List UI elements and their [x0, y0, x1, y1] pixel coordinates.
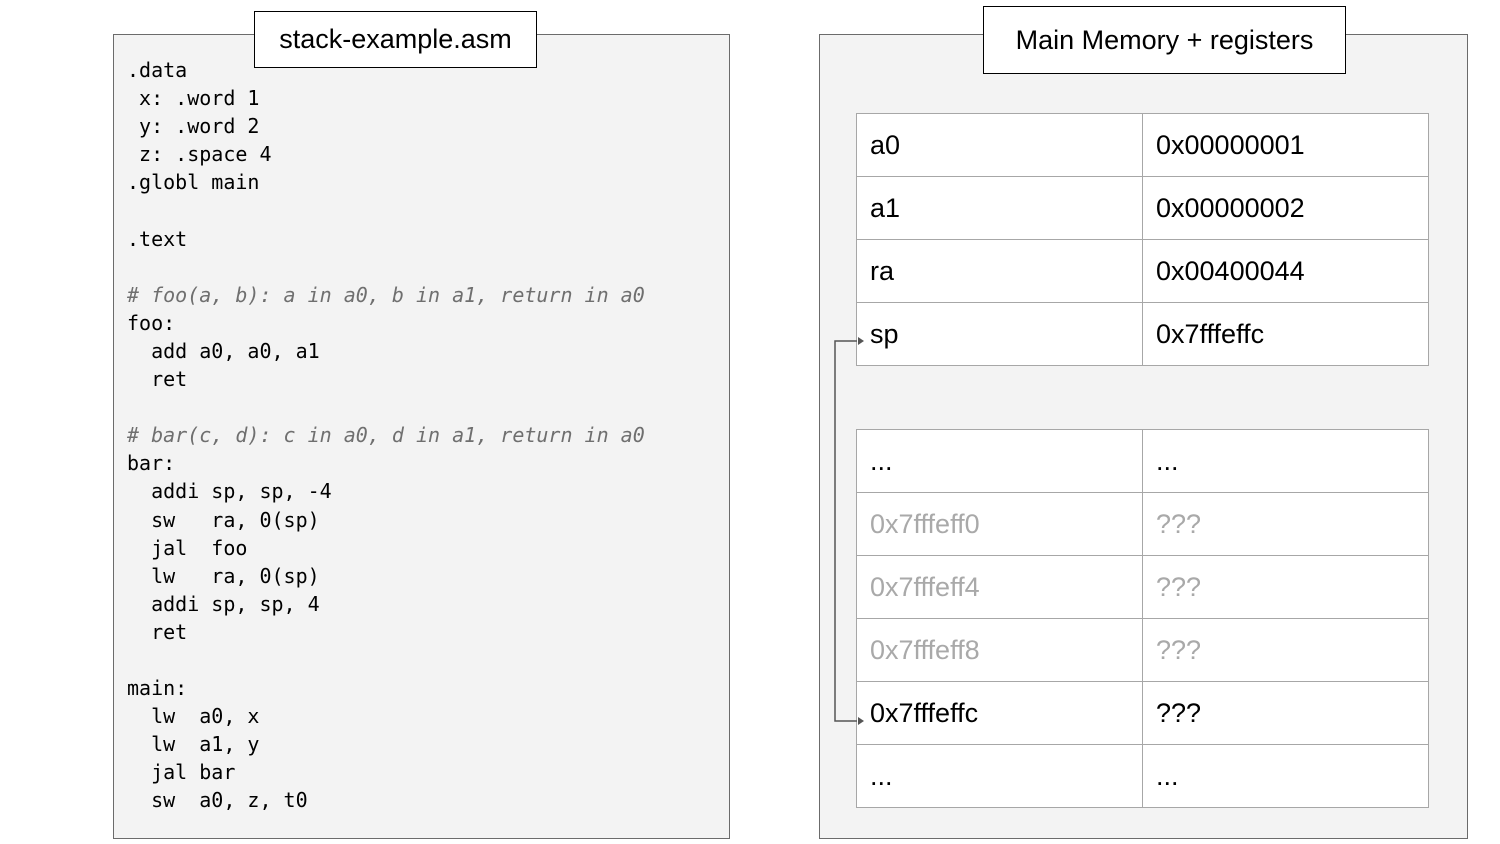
memory-value: ??? — [1142, 618, 1429, 682]
code-line: .data — [127, 58, 188, 82]
assembly-code: .data x: .word 1 y: .word 2 z: .space 4 … — [127, 56, 645, 815]
sp-pointer-line — [834, 340, 857, 722]
memory-address: ... — [856, 429, 1143, 493]
register-row: sp 0x7fffeffc — [856, 302, 1429, 366]
register-table: a0 0x00000001 a1 0x00000002 ra 0x0040004… — [856, 113, 1429, 366]
memory-row: 0x7fffeff0 ??? — [856, 492, 1429, 556]
code-line: sw a0, z, t0 — [127, 788, 308, 813]
memory-address: 0x7fffeff0 — [856, 492, 1143, 556]
code-line: y: .word 2 — [127, 114, 260, 139]
register-value: 0x00400044 — [1142, 239, 1429, 303]
code-line: z: .space 4 — [127, 142, 272, 167]
code-line: .globl main — [127, 170, 260, 195]
memory-panel-title: Main Memory + registers — [983, 6, 1346, 74]
memory-value: ??? — [1142, 681, 1429, 745]
memory-table: ... ... 0x7fffeff0 ??? 0x7fffeff4 ??? 0x… — [856, 429, 1429, 808]
sp-pointer-arrow — [834, 337, 864, 725]
code-line: add a0, a0, a1 — [127, 338, 320, 363]
memory-address: 0x7fffeffc — [856, 681, 1143, 745]
code-comment-line: # foo(a, b): a in a0, b in a1, return in… — [127, 282, 645, 307]
memory-row: 0x7fffeff8 ??? — [856, 618, 1429, 682]
code-line: lw a0, x — [127, 704, 260, 729]
memory-row: ... ... — [856, 744, 1429, 808]
code-line: lw a1, y — [127, 732, 260, 757]
memory-value: ??? — [1142, 555, 1429, 619]
register-name: ra — [856, 239, 1143, 303]
code-line: bar: — [127, 451, 176, 476]
register-value: 0x00000001 — [1142, 113, 1429, 177]
memory-value: ... — [1142, 744, 1429, 808]
register-row: ra 0x00400044 — [856, 239, 1429, 303]
memory-row: 0x7fffeffc ??? — [856, 681, 1429, 745]
memory-row: 0x7fffeff4 ??? — [856, 555, 1429, 619]
memory-row: ... ... — [856, 429, 1429, 493]
code-line: jal foo — [127, 535, 248, 560]
register-row: a1 0x00000002 — [856, 176, 1429, 240]
code-line: x: .word 1 — [127, 86, 260, 111]
register-value: 0x7fffeffc — [1142, 302, 1429, 366]
code-line: jal bar — [127, 760, 236, 785]
memory-value: ??? — [1142, 492, 1429, 556]
register-name: a1 — [856, 176, 1143, 240]
code-line: addi sp, sp, -4 — [127, 479, 332, 504]
code-line: ret — [127, 619, 188, 644]
code-line: .text — [127, 226, 188, 251]
memory-value: ... — [1142, 429, 1429, 493]
code-comment-line: # bar(c, d): c in a0, d in a1, return in… — [127, 423, 645, 448]
code-line: ret — [127, 367, 188, 392]
register-name: a0 — [856, 113, 1143, 177]
sp-arrowhead-bottom — [858, 717, 864, 725]
code-line: sw ra, 0(sp) — [127, 507, 320, 532]
code-line: foo: — [127, 310, 176, 335]
code-line: main: — [127, 676, 188, 701]
memory-address: 0x7fffeff8 — [856, 618, 1143, 682]
memory-address: 0x7fffeff4 — [856, 555, 1143, 619]
code-line: addi sp, sp, 4 — [127, 591, 320, 616]
register-name: sp — [856, 302, 1143, 366]
register-value: 0x00000002 — [1142, 176, 1429, 240]
code-line: lw ra, 0(sp) — [127, 563, 320, 588]
sp-arrowhead-top — [858, 337, 864, 345]
register-row: a0 0x00000001 — [856, 113, 1429, 177]
memory-address: ... — [856, 744, 1143, 808]
